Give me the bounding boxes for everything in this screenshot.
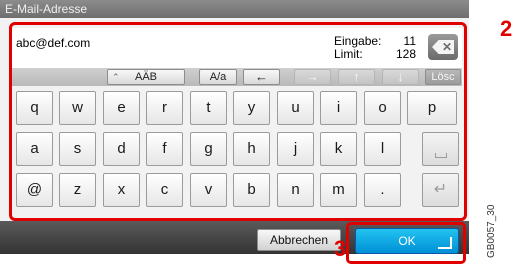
callout-step-3: 3 [334,236,347,261]
figure-id: GB0057_30 [486,204,497,258]
screen-title: E-Mail-Adresse [0,0,469,18]
keyboard-highlight-frame [9,22,467,221]
cancel-button[interactable]: Abbrechen [257,229,341,251]
callout-step-2: 2 [500,16,513,41]
ok-highlight-frame [346,222,466,264]
